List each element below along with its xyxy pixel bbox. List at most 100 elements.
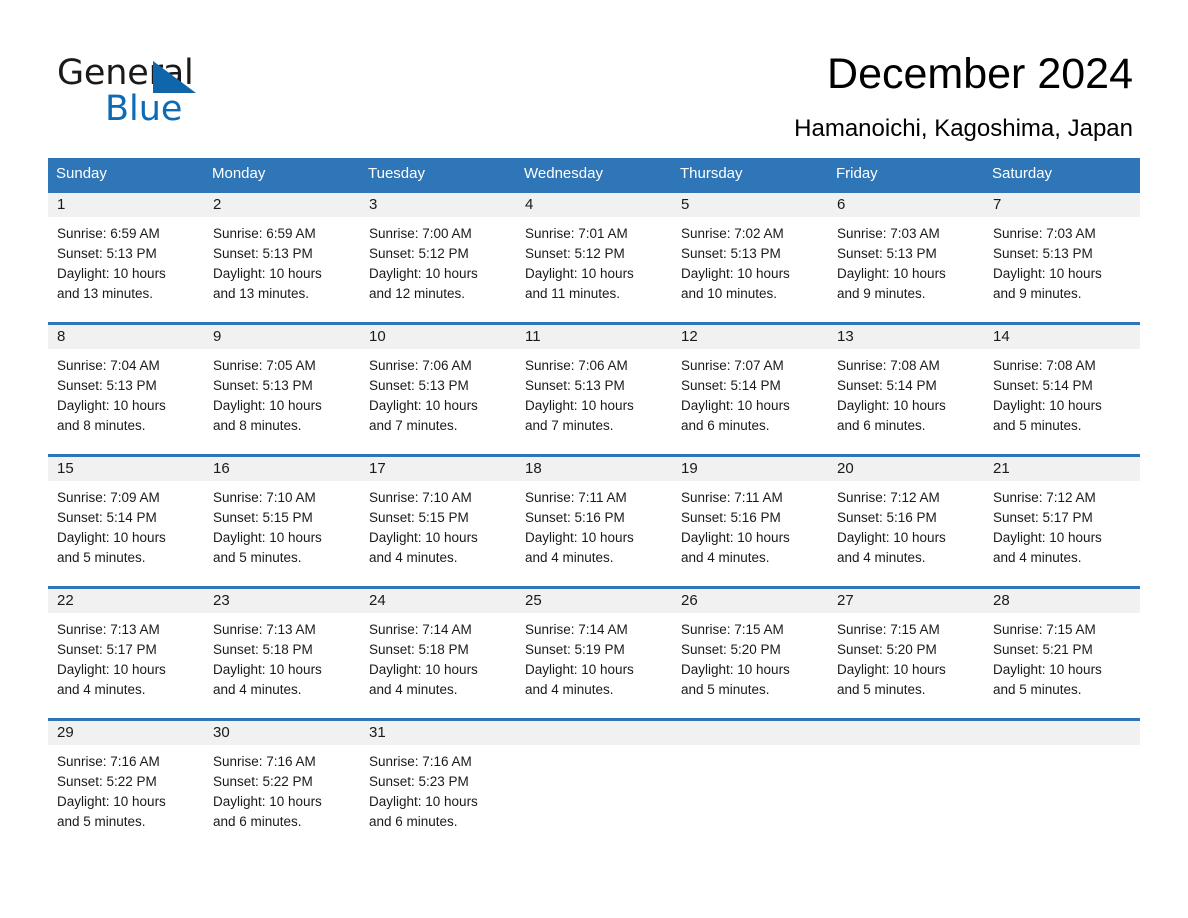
day-cell[interactable]: 24 Sunrise: 7:14 AM Sunset: 5:18 PM Dayl… bbox=[360, 589, 516, 718]
day-cell[interactable]: 25 Sunrise: 7:14 AM Sunset: 5:19 PM Dayl… bbox=[516, 589, 672, 718]
day-cell[interactable]: 6 Sunrise: 7:03 AM Sunset: 5:13 PM Dayli… bbox=[828, 193, 984, 322]
day-details: Sunrise: 7:06 AM Sunset: 5:13 PM Dayligh… bbox=[516, 349, 672, 436]
day-cell[interactable]: 9 Sunrise: 7:05 AM Sunset: 5:13 PM Dayli… bbox=[204, 325, 360, 454]
sunset-text: Sunset: 5:13 PM bbox=[57, 378, 157, 393]
day-cell[interactable]: 4 Sunrise: 7:01 AM Sunset: 5:12 PM Dayli… bbox=[516, 193, 672, 322]
day-cell[interactable]: 18 Sunrise: 7:11 AM Sunset: 5:16 PM Dayl… bbox=[516, 457, 672, 586]
day-cell[interactable]: 28 Sunrise: 7:15 AM Sunset: 5:21 PM Dayl… bbox=[984, 589, 1140, 718]
weekday-header-tuesday: Tuesday bbox=[368, 165, 425, 182]
daylight-text-line2: and 4 minutes. bbox=[837, 550, 926, 565]
day-cell[interactable]: 12 Sunrise: 7:07 AM Sunset: 5:14 PM Dayl… bbox=[672, 325, 828, 454]
daylight-text-line1: Daylight: 10 hours bbox=[213, 794, 322, 809]
daylight-text-line2: and 4 minutes. bbox=[213, 682, 302, 697]
day-cell[interactable]: 17 Sunrise: 7:10 AM Sunset: 5:15 PM Dayl… bbox=[360, 457, 516, 586]
day-number: 1 bbox=[57, 196, 66, 213]
day-number: 5 bbox=[681, 196, 690, 213]
day-cell[interactable]: 1 Sunrise: 6:59 AM Sunset: 5:13 PM Dayli… bbox=[48, 193, 204, 322]
sunrise-text: Sunrise: 7:13 AM bbox=[57, 622, 160, 637]
day-cell[interactable]: 22 Sunrise: 7:13 AM Sunset: 5:17 PM Dayl… bbox=[48, 589, 204, 718]
sunrise-text: Sunrise: 7:10 AM bbox=[369, 490, 472, 505]
day-number: 21 bbox=[993, 460, 1010, 477]
sunset-text: Sunset: 5:21 PM bbox=[993, 642, 1093, 657]
day-cell[interactable]: 11 Sunrise: 7:06 AM Sunset: 5:13 PM Dayl… bbox=[516, 325, 672, 454]
day-number-band bbox=[984, 721, 1140, 745]
day-number-band: 5 bbox=[672, 193, 828, 217]
day-cell[interactable]: 2 Sunrise: 6:59 AM Sunset: 5:13 PM Dayli… bbox=[204, 193, 360, 322]
daylight-text-line2: and 6 minutes. bbox=[369, 814, 458, 829]
day-cell[interactable]: 3 Sunrise: 7:00 AM Sunset: 5:12 PM Dayli… bbox=[360, 193, 516, 322]
day-cell[interactable]: 19 Sunrise: 7:11 AM Sunset: 5:16 PM Dayl… bbox=[672, 457, 828, 586]
day-cell[interactable]: 23 Sunrise: 7:13 AM Sunset: 5:18 PM Dayl… bbox=[204, 589, 360, 718]
day-cell[interactable]: 26 Sunrise: 7:15 AM Sunset: 5:20 PM Dayl… bbox=[672, 589, 828, 718]
daylight-text-line1: Daylight: 10 hours bbox=[993, 398, 1102, 413]
daylight-text-line2: and 4 minutes. bbox=[369, 682, 458, 697]
sunrise-text: Sunrise: 7:16 AM bbox=[213, 754, 316, 769]
sunrise-text: Sunrise: 7:00 AM bbox=[369, 226, 472, 241]
day-cell[interactable]: 7 Sunrise: 7:03 AM Sunset: 5:13 PM Dayli… bbox=[984, 193, 1140, 322]
page-header: General Blue December 2024 Hamanoichi, K… bbox=[0, 0, 1188, 150]
sunset-text: Sunset: 5:13 PM bbox=[525, 378, 625, 393]
sunset-text: Sunset: 5:16 PM bbox=[525, 510, 625, 525]
day-number: 12 bbox=[681, 328, 698, 345]
sunset-text: Sunset: 5:23 PM bbox=[369, 774, 469, 789]
day-cell[interactable]: 5 Sunrise: 7:02 AM Sunset: 5:13 PM Dayli… bbox=[672, 193, 828, 322]
day-cell[interactable]: 31 Sunrise: 7:16 AM Sunset: 5:23 PM Dayl… bbox=[360, 721, 516, 850]
sunset-text: Sunset: 5:14 PM bbox=[681, 378, 781, 393]
day-cell[interactable]: 30 Sunrise: 7:16 AM Sunset: 5:22 PM Dayl… bbox=[204, 721, 360, 850]
day-details: Sunrise: 7:16 AM Sunset: 5:23 PM Dayligh… bbox=[360, 745, 516, 832]
day-number: 18 bbox=[525, 460, 542, 477]
sunrise-text: Sunrise: 7:11 AM bbox=[681, 490, 783, 505]
day-number-band: 30 bbox=[204, 721, 360, 745]
day-number: 30 bbox=[213, 724, 230, 741]
day-details: Sunrise: 7:08 AM Sunset: 5:14 PM Dayligh… bbox=[984, 349, 1140, 436]
day-cell[interactable]: 15 Sunrise: 7:09 AM Sunset: 5:14 PM Dayl… bbox=[48, 457, 204, 586]
day-number: 27 bbox=[837, 592, 854, 609]
day-cell-empty bbox=[828, 721, 984, 850]
daylight-text-line1: Daylight: 10 hours bbox=[213, 398, 322, 413]
day-number: 22 bbox=[57, 592, 74, 609]
sunrise-text: Sunrise: 7:08 AM bbox=[993, 358, 1096, 373]
daylight-text-line2: and 8 minutes. bbox=[213, 418, 302, 433]
day-cell[interactable]: 16 Sunrise: 7:10 AM Sunset: 5:15 PM Dayl… bbox=[204, 457, 360, 586]
daylight-text-line1: Daylight: 10 hours bbox=[837, 530, 946, 545]
daylight-text-line1: Daylight: 10 hours bbox=[681, 398, 790, 413]
day-cell[interactable]: 27 Sunrise: 7:15 AM Sunset: 5:20 PM Dayl… bbox=[828, 589, 984, 718]
day-cell[interactable]: 20 Sunrise: 7:12 AM Sunset: 5:16 PM Dayl… bbox=[828, 457, 984, 586]
sunset-text: Sunset: 5:13 PM bbox=[837, 246, 937, 261]
daylight-text-line2: and 4 minutes. bbox=[57, 682, 146, 697]
week-row: 1 Sunrise: 6:59 AM Sunset: 5:13 PM Dayli… bbox=[48, 190, 1140, 322]
day-number: 2 bbox=[213, 196, 222, 213]
day-details: Sunrise: 7:16 AM Sunset: 5:22 PM Dayligh… bbox=[48, 745, 204, 832]
sunrise-text: Sunrise: 7:11 AM bbox=[525, 490, 627, 505]
day-number: 29 bbox=[57, 724, 74, 741]
sunset-text: Sunset: 5:13 PM bbox=[369, 378, 469, 393]
day-cell[interactable]: 14 Sunrise: 7:08 AM Sunset: 5:14 PM Dayl… bbox=[984, 325, 1140, 454]
day-number-band: 27 bbox=[828, 589, 984, 613]
day-number-band bbox=[672, 721, 828, 745]
week-row: 8 Sunrise: 7:04 AM Sunset: 5:13 PM Dayli… bbox=[48, 322, 1140, 454]
sunrise-text: Sunrise: 6:59 AM bbox=[213, 226, 316, 241]
week-row: 15 Sunrise: 7:09 AM Sunset: 5:14 PM Dayl… bbox=[48, 454, 1140, 586]
day-number: 10 bbox=[369, 328, 386, 345]
day-details: Sunrise: 7:12 AM Sunset: 5:16 PM Dayligh… bbox=[828, 481, 984, 568]
day-number-band: 23 bbox=[204, 589, 360, 613]
day-cell[interactable]: 13 Sunrise: 7:08 AM Sunset: 5:14 PM Dayl… bbox=[828, 325, 984, 454]
day-number: 17 bbox=[369, 460, 386, 477]
daylight-text-line2: and 4 minutes. bbox=[993, 550, 1082, 565]
day-cell[interactable]: 10 Sunrise: 7:06 AM Sunset: 5:13 PM Dayl… bbox=[360, 325, 516, 454]
day-cell[interactable]: 8 Sunrise: 7:04 AM Sunset: 5:13 PM Dayli… bbox=[48, 325, 204, 454]
daylight-text-line1: Daylight: 10 hours bbox=[57, 530, 166, 545]
day-cell[interactable]: 21 Sunrise: 7:12 AM Sunset: 5:17 PM Dayl… bbox=[984, 457, 1140, 586]
day-cell[interactable]: 29 Sunrise: 7:16 AM Sunset: 5:22 PM Dayl… bbox=[48, 721, 204, 850]
sunset-text: Sunset: 5:13 PM bbox=[213, 246, 313, 261]
day-details: Sunrise: 7:05 AM Sunset: 5:13 PM Dayligh… bbox=[204, 349, 360, 436]
sunrise-text: Sunrise: 7:15 AM bbox=[993, 622, 1096, 637]
sunset-text: Sunset: 5:15 PM bbox=[213, 510, 313, 525]
general-blue-logo[interactable]: General Blue bbox=[57, 53, 317, 133]
sunrise-text: Sunrise: 7:13 AM bbox=[213, 622, 316, 637]
day-details: Sunrise: 7:10 AM Sunset: 5:15 PM Dayligh… bbox=[204, 481, 360, 568]
daylight-text-line2: and 5 minutes. bbox=[57, 814, 146, 829]
daylight-text-line1: Daylight: 10 hours bbox=[369, 266, 478, 281]
daylight-text-line2: and 7 minutes. bbox=[525, 418, 614, 433]
page-subtitle: Hamanoichi, Kagoshima, Japan bbox=[794, 115, 1133, 142]
